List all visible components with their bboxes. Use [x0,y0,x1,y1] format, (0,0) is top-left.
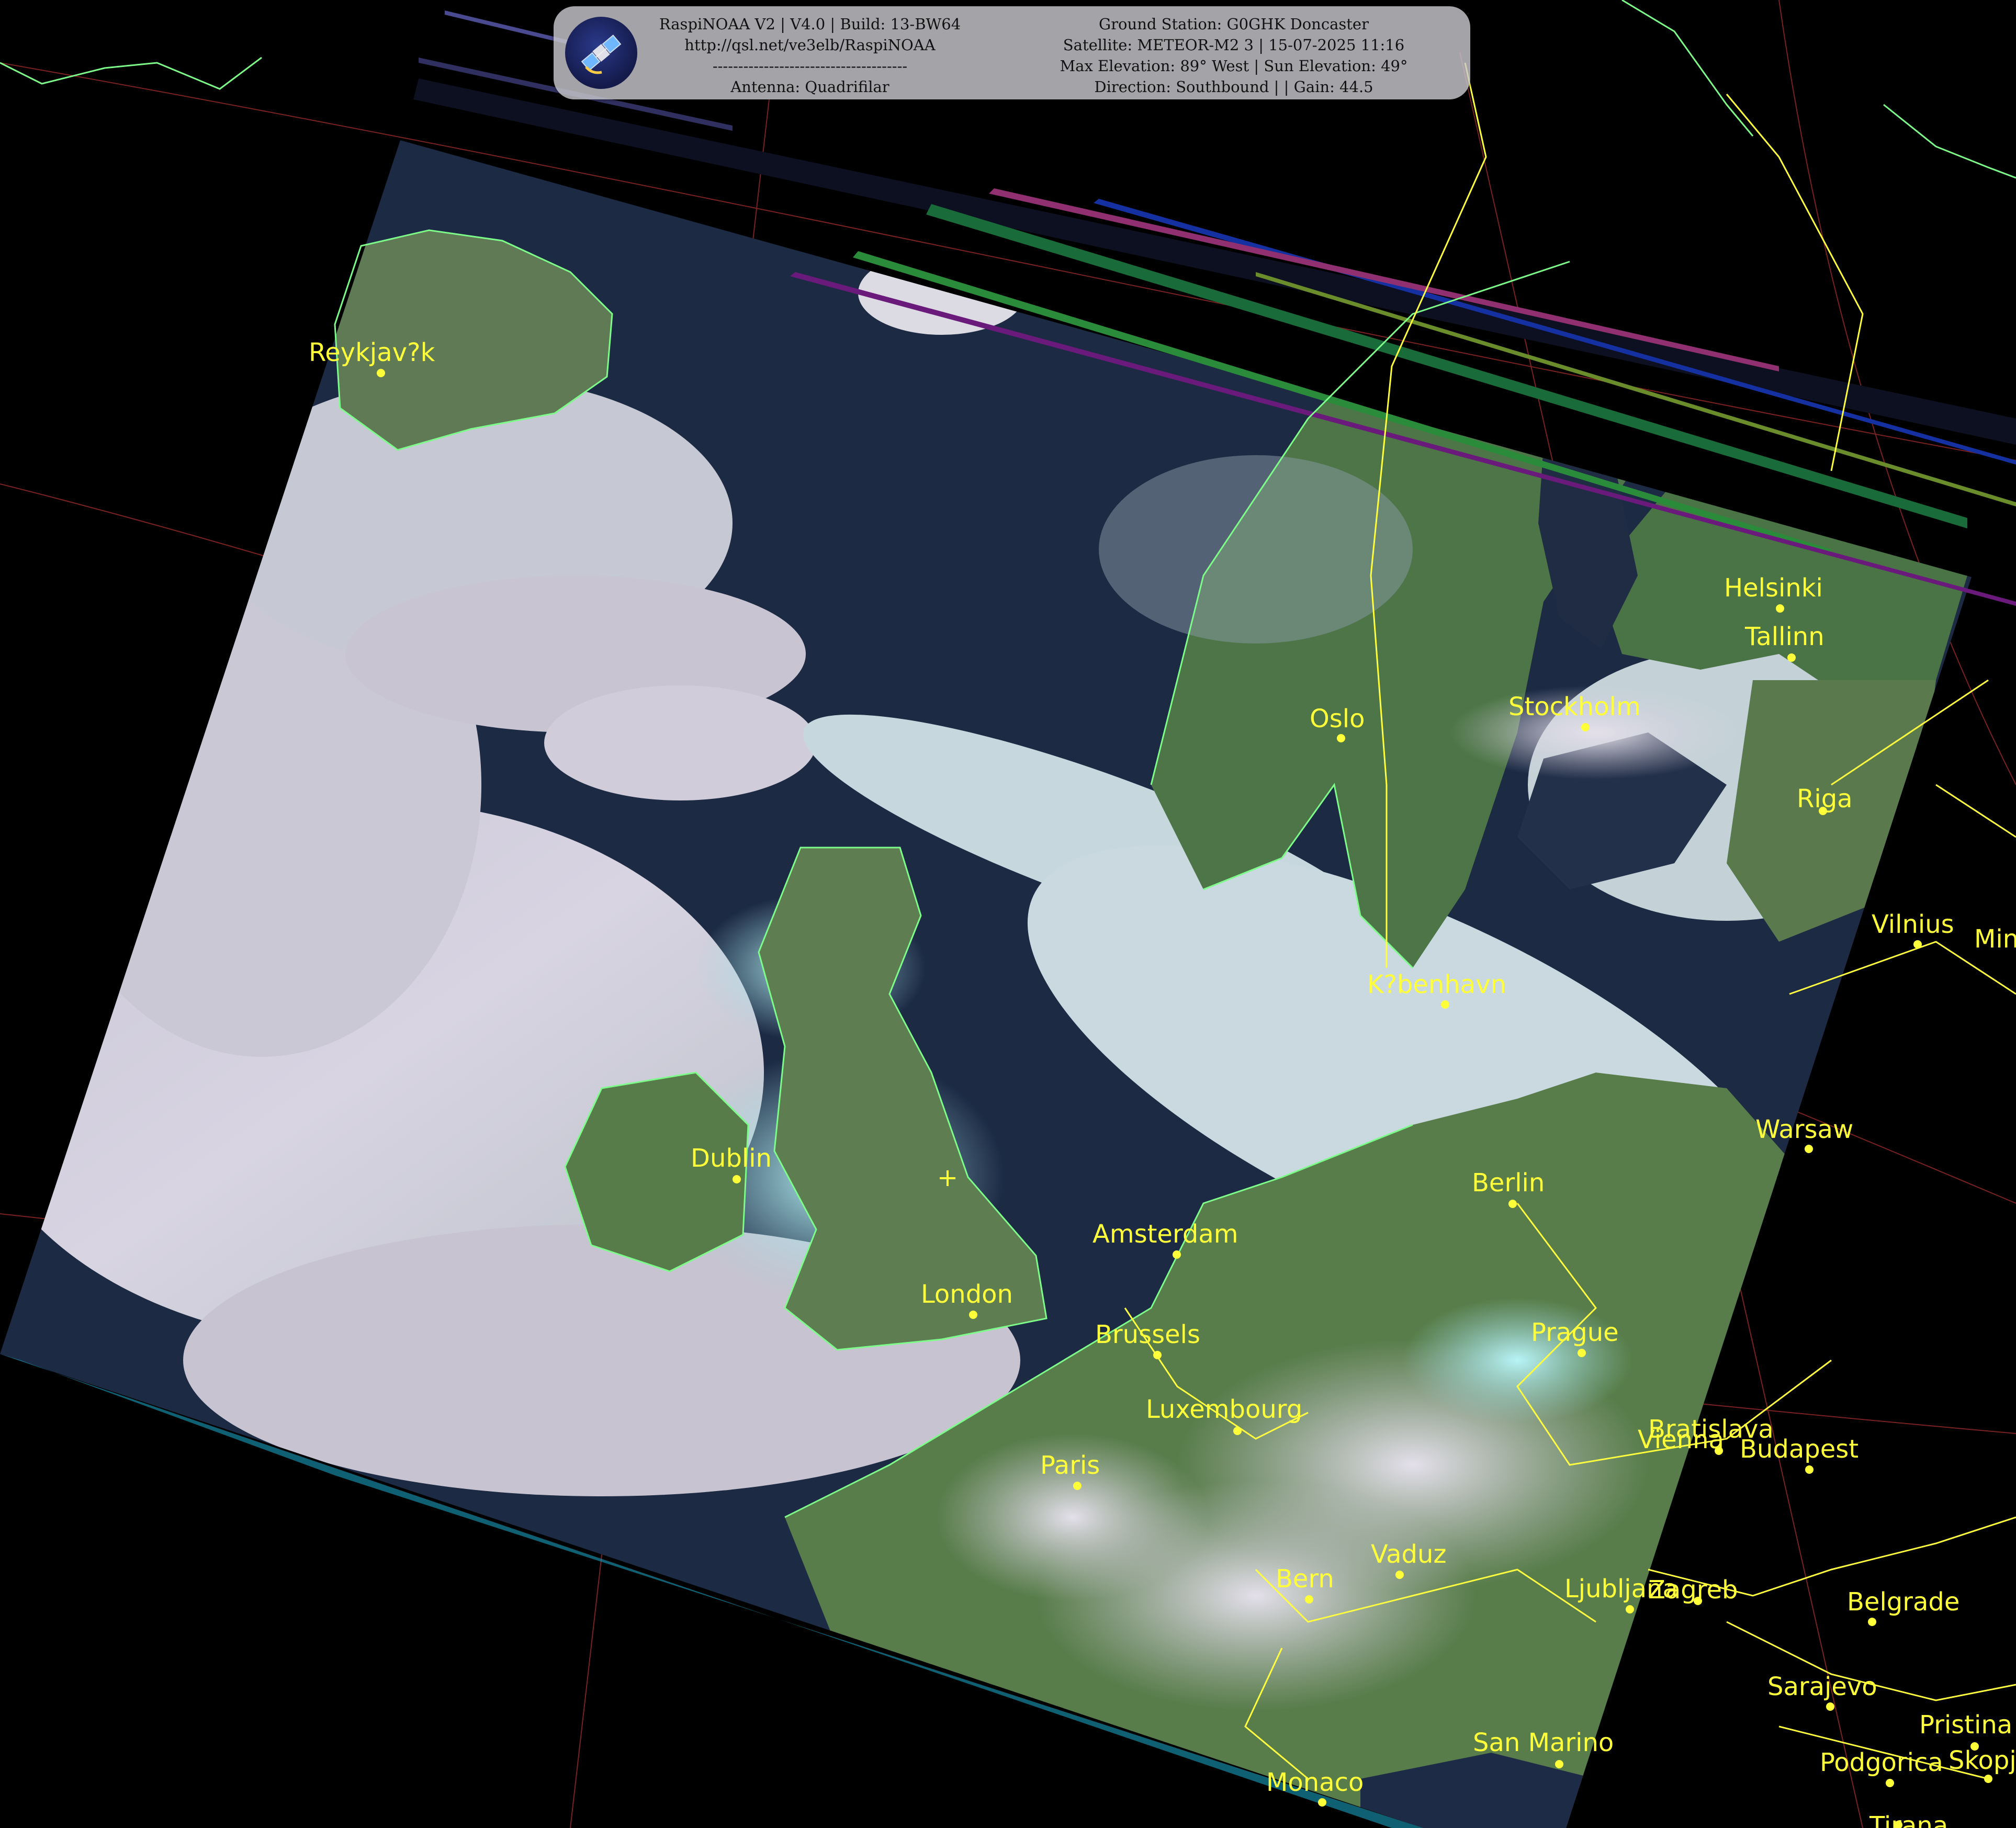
city-label: Monaco [1266,1768,1364,1797]
city-label: Brussels [1095,1320,1200,1349]
city-label: Luxembourg [1146,1395,1302,1424]
city-label: Paris [1040,1451,1100,1480]
city-label: Vaduz [1371,1540,1447,1569]
city-label: Vilnius [1872,910,1954,939]
city-tirana: Tirana [1869,1811,1948,1828]
direction-gain: Direction: Southbound | | Gain: 44.5 [1094,78,1373,96]
satellite-info: Satellite: METEOR-M2 3 | 15-07-2025 11:1… [1063,36,1405,54]
software-url: http://qsl.net/ve3elb/RaspiNOAA [684,36,936,54]
city-label: Amsterdam [1093,1220,1238,1249]
city-label: K?benhavn [1367,970,1506,999]
city-label: Belgrade [1847,1587,1959,1617]
city-label: London [921,1280,1013,1309]
satellite-swath [0,10,2016,1828]
city-riga: Riga [1797,784,1853,815]
city-budapest: Budapest [1740,1435,1859,1474]
city-vienna: Vienna [1638,1425,1724,1455]
city-vilnius: Vilnius [1872,910,1954,949]
city-pristina: Pristina [1919,1710,2012,1751]
city-sarajevo: Sarajevo [1767,1672,1877,1711]
city-label: Prague [1531,1318,1619,1347]
city-podgorica: Podgorica [1820,1748,1943,1787]
city-label: Reykjav?k [309,338,435,367]
software-info: RaspiNOAA V2 | V4.0 | Build: 13-BW64 htt… [643,14,977,97]
city-label: Budapest [1740,1435,1859,1464]
pass-info-box: RaspiNOAA V2 | V4.0 | Build: 13-BW64 htt… [554,6,1470,99]
city-label: Zagreb [1648,1575,1738,1605]
software-version: RaspiNOAA V2 | V4.0 | Build: 13-BW64 [659,15,961,33]
divider-line: -------------------------------------- [712,57,908,75]
antenna-info: Antenna: Quadrifilar [730,78,889,96]
city-label: Skopje [1949,1746,2016,1775]
ground-station: Ground Station: G0GHK Doncaster [1099,15,1369,33]
city-minsk: Min [1974,924,2016,954]
city-label: Berlin [1472,1168,1545,1198]
city-zagreb: Zagreb [1648,1575,1738,1605]
city-label: Helsinki [1724,573,1823,603]
city-label: Oslo [1310,704,1365,734]
city-label: Min [1974,924,2016,954]
city-label: Tirana [1869,1811,1948,1828]
city-label: Podgorica [1820,1748,1943,1777]
city-belgrade: Belgrade [1847,1587,1959,1626]
city-label: Bern [1276,1564,1334,1594]
city-label: Sarajevo [1767,1672,1877,1701]
city-label: Warsaw [1755,1115,1853,1144]
pass-details: Ground Station: G0GHK Doncaster Satellit… [1024,14,1443,97]
elevation-info: Max Elevation: 89° West | Sun Elevation:… [1060,57,1408,75]
city-label: San Marino [1473,1728,1614,1757]
city-label: Riga [1797,784,1853,814]
city-label: Dublin [691,1144,772,1173]
city-label: Vienna [1638,1425,1724,1454]
city-label: Pristina [1919,1710,2012,1740]
city-label: Tallinn [1744,622,1824,651]
satellite-map: Reykjav?k Helsinki Tallinn Oslo Stockhol… [0,0,2016,1828]
satellite-icon [565,17,637,89]
city-label: Stockholm [1508,692,1641,721]
